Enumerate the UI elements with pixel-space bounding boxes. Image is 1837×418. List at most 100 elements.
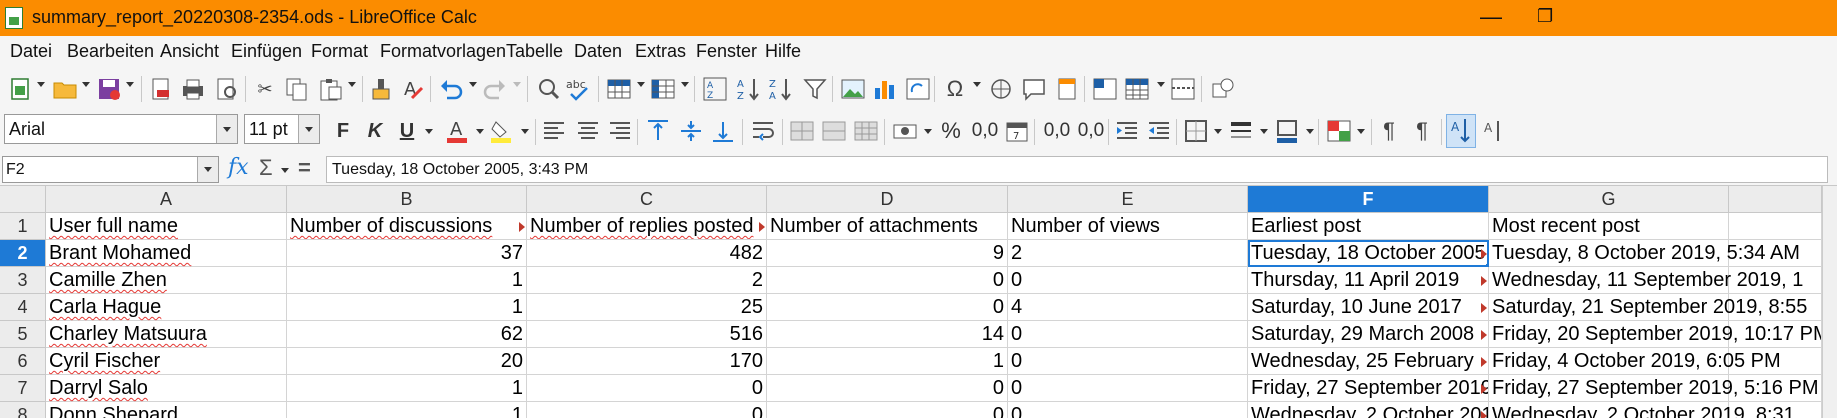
minimize-button[interactable]: —: [1480, 4, 1502, 30]
menu-hilfe[interactable]: Hilfe: [765, 41, 801, 62]
split-window-icon[interactable]: [1170, 76, 1196, 102]
cell-b4[interactable]: 1: [287, 294, 527, 321]
header-cell-f[interactable]: Earliest post: [1248, 213, 1489, 240]
cell-h5[interactable]: [1729, 321, 1822, 348]
cell-h1[interactable]: [1729, 213, 1822, 240]
cell-d5[interactable]: 14: [767, 321, 1008, 348]
print-icon[interactable]: [180, 76, 206, 102]
menu-fenster[interactable]: Fenster: [696, 41, 757, 62]
export-pdf-icon[interactable]: [148, 76, 174, 102]
cell-d7[interactable]: 0: [767, 375, 1008, 402]
highlight-icon[interactable]: [488, 118, 514, 144]
spelling-icon[interactable]: abc: [566, 76, 592, 102]
cell-e5[interactable]: 0: [1008, 321, 1248, 348]
cell-c8[interactable]: 0: [527, 402, 767, 418]
cell-c7[interactable]: 0: [527, 375, 767, 402]
font-name-box[interactable]: Arial: [4, 114, 238, 144]
align-left-icon[interactable]: [541, 118, 567, 144]
paste-icon[interactable]: [318, 76, 344, 102]
comment-icon[interactable]: [1021, 76, 1047, 102]
header-cell-e[interactable]: Number of views: [1008, 213, 1248, 240]
insert-column-icon[interactable]: [650, 76, 676, 102]
restore-button[interactable]: ❐: [1537, 6, 1553, 27]
cell-g4[interactable]: Saturday, 21 September 2019, 8:55: [1489, 294, 1807, 321]
cell-c4[interactable]: 25: [527, 294, 767, 321]
bold-icon[interactable]: F: [330, 118, 356, 144]
header-cell-a[interactable]: User full name: [46, 213, 287, 240]
font-color-dropdown-icon[interactable]: [476, 129, 484, 134]
menu-format[interactable]: Format: [311, 41, 368, 62]
cell-g7[interactable]: Friday, 27 September 2019, 5:16 PM: [1489, 375, 1818, 402]
save-dropdown-icon[interactable]: [126, 82, 134, 87]
cell-e7[interactable]: 0: [1008, 375, 1248, 402]
freeze-rows-icon[interactable]: [1124, 76, 1150, 102]
cell-a2[interactable]: Brant Mohamed: [46, 240, 287, 267]
cell-a3[interactable]: Camille Zhen: [46, 267, 287, 294]
column-header-a[interactable]: A: [46, 186, 287, 213]
number-format-icon[interactable]: 0,0: [968, 118, 1002, 144]
redo-icon[interactable]: [482, 76, 508, 102]
equals-icon[interactable]: =: [298, 155, 311, 181]
cell-d2[interactable]: 9: [767, 240, 1008, 267]
cell-a8[interactable]: Donn Shepard: [46, 402, 287, 418]
row-header-4[interactable]: 4: [0, 294, 46, 321]
align-bottom-icon[interactable]: [710, 118, 736, 144]
currency-icon[interactable]: [892, 118, 918, 144]
merge-cells-icon[interactable]: [789, 118, 815, 144]
decrease-indent-icon[interactable]: [1146, 118, 1172, 144]
find-replace-icon[interactable]: [535, 76, 561, 102]
cell-h7[interactable]: [1729, 375, 1822, 402]
border-color-icon[interactable]: [1274, 118, 1300, 144]
cell-d3[interactable]: 0: [767, 267, 1008, 294]
column-header-c[interactable]: C: [527, 186, 767, 213]
undo-dropdown-icon[interactable]: [469, 82, 477, 87]
special-character-icon[interactable]: Ω: [942, 76, 968, 102]
header-footer-icon[interactable]: [1054, 76, 1080, 102]
cell-f3[interactable]: Thursday, 11 April 2019: [1248, 267, 1489, 294]
cell-f4[interactable]: Saturday, 10 June 2017: [1248, 294, 1489, 321]
cell-g6[interactable]: Friday, 4 October 2019, 6:05 PM: [1489, 348, 1781, 375]
insert-row-dropdown-icon[interactable]: [637, 82, 645, 87]
menu-ansicht[interactable]: Ansicht: [160, 41, 219, 62]
cell-b5[interactable]: 62: [287, 321, 527, 348]
align-top-icon[interactable]: [645, 118, 671, 144]
date-format-icon[interactable]: 7: [1004, 118, 1030, 144]
menu-tabelle[interactable]: Tabelle: [506, 41, 563, 62]
border-style-dropdown-icon[interactable]: [1260, 129, 1268, 134]
print-preview-icon[interactable]: [214, 76, 240, 102]
chevron-down-icon[interactable]: [298, 115, 319, 143]
cell-c3[interactable]: 2: [527, 267, 767, 294]
menu-einfuegen[interactable]: Einfügen: [231, 41, 302, 62]
cell-d8[interactable]: 0: [767, 402, 1008, 418]
name-box[interactable]: F2: [2, 156, 219, 183]
sort-ascending-icon[interactable]: AZ: [736, 76, 762, 102]
vertical-scrollbar[interactable]: [1822, 186, 1837, 418]
align-center-icon[interactable]: [575, 118, 601, 144]
function-wizard-icon[interactable]: fx: [228, 155, 249, 180]
unmerge-icon[interactable]: [853, 118, 879, 144]
cell-f6[interactable]: Wednesday, 25 February: [1248, 348, 1489, 375]
sort-icon[interactable]: AZ: [702, 76, 728, 102]
cell-f5[interactable]: Saturday, 29 March 2008: [1248, 321, 1489, 348]
cell-d4[interactable]: 0: [767, 294, 1008, 321]
column-header-e[interactable]: E: [1008, 186, 1248, 213]
cell-c6[interactable]: 170: [527, 348, 767, 375]
conditional-format-icon[interactable]: [1326, 118, 1352, 144]
insert-row-icon[interactable]: [606, 76, 632, 102]
cell-g3[interactable]: Wednesday, 11 September 2019, 1: [1489, 267, 1803, 294]
cell-c5[interactable]: 516: [527, 321, 767, 348]
open-folder-icon[interactable]: [52, 76, 78, 102]
underline-dropdown-icon[interactable]: [425, 129, 433, 134]
row-header-7[interactable]: 7: [0, 375, 46, 402]
right-to-left-icon[interactable]: ¶: [1409, 118, 1435, 144]
formula-input[interactable]: Tuesday, 18 October 2005, 3:43 PM: [326, 156, 1828, 183]
cell-b8[interactable]: 1: [287, 402, 527, 418]
chevron-down-icon[interactable]: [197, 157, 218, 182]
new-dropdown-icon[interactable]: [37, 82, 45, 87]
percent-icon[interactable]: %: [938, 118, 964, 144]
cell-a7[interactable]: Darryl Salo: [46, 375, 287, 402]
text-direction-top-icon[interactable]: A: [1446, 114, 1476, 148]
column-header-d[interactable]: D: [767, 186, 1008, 213]
align-middle-icon[interactable]: [678, 118, 704, 144]
row-header-5[interactable]: 5: [0, 321, 46, 348]
